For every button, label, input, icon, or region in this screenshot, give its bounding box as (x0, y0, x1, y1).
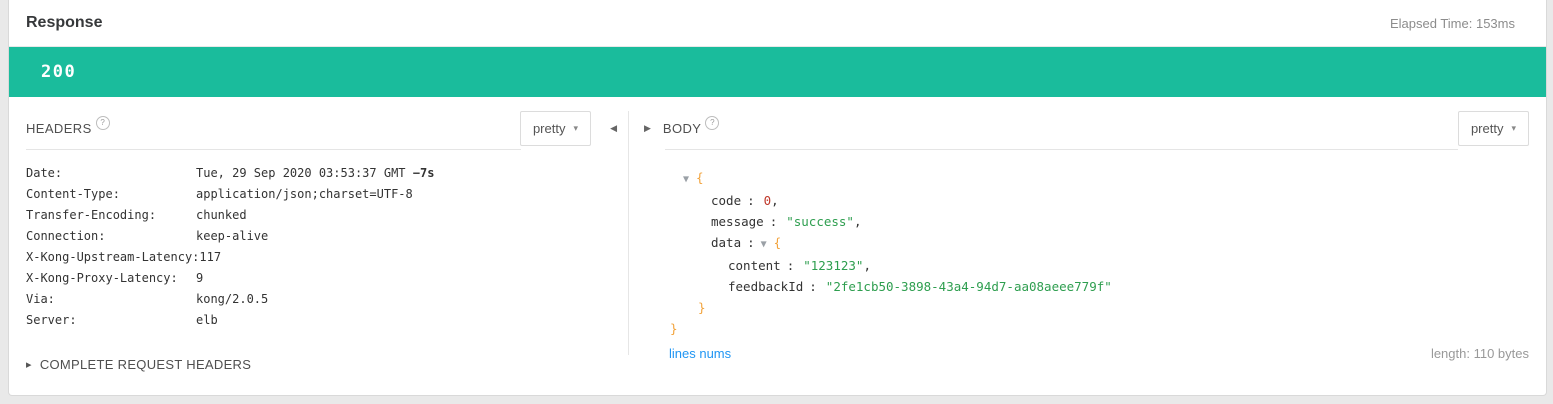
json-colon: : (787, 258, 795, 273)
json-line: } (644, 297, 1529, 318)
header-key: Date: (26, 163, 196, 184)
json-colon: : (747, 193, 755, 208)
json-string-value: "success" (786, 214, 854, 229)
help-glyph: ? (100, 118, 104, 127)
json-line: content: "123123", (644, 255, 1529, 276)
body-panel-head: ▶ BODY ? pretty ▾ (644, 111, 1529, 146)
json-line: feedbackId: "2fe1cb50-3898-43a4-94d7-aa08… (644, 276, 1529, 297)
json-close-brace: } (698, 300, 706, 315)
json-key: data (711, 235, 741, 250)
complete-request-headers-label: COMPLETE REQUEST HEADERS (40, 357, 251, 372)
body-head-rule (665, 149, 1458, 150)
json-line: code:0, (644, 190, 1529, 211)
json-string-value: "123123" (803, 258, 863, 273)
header-key: Via: (26, 289, 196, 310)
json-comma: , (854, 214, 862, 229)
caret-down-icon: ▾ (573, 123, 578, 134)
json-colon: : (770, 214, 778, 229)
header-key: Content-Type: (26, 184, 196, 205)
json-colon: : (809, 279, 817, 294)
header-row: X-Kong-Proxy-Latency: 9 (26, 268, 591, 289)
json-key: feedbackId (728, 279, 803, 294)
json-comma: , (863, 258, 871, 273)
header-value: kong/2.0.5 (196, 289, 268, 310)
header-key: Connection: (26, 226, 196, 247)
caret-down-icon: ▾ (1511, 123, 1516, 134)
body-length-label: length: 110 bytes (1431, 346, 1529, 361)
body-format-label: pretty (1471, 121, 1504, 136)
help-icon[interactable]: ? (705, 116, 719, 130)
response-header-bar: Response Elapsed Time: 153ms (9, 0, 1546, 47)
header-row: Date: Tue, 29 Sep 2020 03:53:37 GMT −7s (26, 163, 591, 184)
headers-format-dropdown[interactable]: pretty ▾ (520, 111, 591, 146)
header-row: Server: elb (26, 310, 591, 331)
json-colon: : (747, 235, 755, 250)
json-key: content (728, 258, 781, 273)
panel-collapse-left-icon[interactable]: ◀ (610, 123, 617, 134)
json-key: code (711, 193, 741, 208)
headers-title-wrap: HEADERS ? (26, 121, 110, 136)
header-value: Tue, 29 Sep 2020 03:53:37 GMT −7s (196, 163, 434, 184)
json-line: message: "success", (644, 211, 1529, 232)
response-card: Response Elapsed Time: 153ms 200 HEADERS… (8, 0, 1547, 396)
header-row: Via: kong/2.0.5 (26, 289, 591, 310)
headers-format-label: pretty (533, 121, 566, 136)
header-key: Transfer-Encoding: (26, 205, 196, 226)
page-title: Response (26, 14, 102, 32)
header-value-text: Tue, 29 Sep 2020 03:53:37 GMT (196, 166, 413, 180)
header-key: X-Kong-Proxy-Latency: (26, 268, 196, 289)
status-banner: 200 (9, 47, 1546, 97)
help-icon[interactable]: ? (96, 116, 110, 130)
response-panels: HEADERS ? pretty ▾ Date: Tue, 29 Sep 202… (9, 97, 1546, 395)
header-row: Content-Type: application/json;charset=U… (26, 184, 591, 205)
json-line: } (644, 318, 1529, 339)
elapsed-time: Elapsed Time: 153ms (1390, 16, 1515, 31)
collapse-icon[interactable]: ▼ (683, 174, 689, 185)
header-row: X-Kong-Upstream-Latency: 117 (26, 247, 591, 268)
body-panel-title: BODY (663, 121, 701, 136)
body-title-wrap: BODY ? (663, 121, 719, 136)
json-key: message (711, 214, 764, 229)
lines-nums-link[interactable]: lines nums (669, 346, 731, 361)
help-glyph: ? (710, 118, 714, 127)
header-key: Server: (26, 310, 196, 331)
body-footer: lines nums length: 110 bytes (644, 346, 1529, 361)
headers-panel: HEADERS ? pretty ▾ Date: Tue, 29 Sep 202… (9, 97, 628, 395)
json-comma: , (771, 193, 779, 208)
body-format-dropdown[interactable]: pretty ▾ (1458, 111, 1529, 146)
header-value: 9 (196, 268, 203, 289)
body-panel: ▶ BODY ? pretty ▾ ▼{ code:0, (628, 97, 1546, 395)
header-value: chunked (196, 205, 247, 226)
headers-panel-head: HEADERS ? pretty ▾ (26, 111, 591, 146)
json-open-brace: { (774, 235, 782, 250)
header-value-suffix: −7s (413, 166, 435, 180)
headers-panel-title: HEADERS (26, 121, 92, 136)
header-row: Transfer-Encoding: chunked (26, 205, 591, 226)
json-line: data: ▼ { (644, 232, 1529, 255)
headers-list: Date: Tue, 29 Sep 2020 03:53:37 GMT −7s … (26, 163, 591, 331)
json-close-brace: } (670, 321, 678, 336)
header-row: Connection: keep-alive (26, 226, 591, 247)
header-key: X-Kong-Upstream-Latency: (26, 247, 199, 268)
header-value: keep-alive (196, 226, 268, 247)
json-tree: ▼{ code:0, message:"success", data:▼{ co… (644, 167, 1529, 339)
json-open-brace: { (696, 170, 704, 185)
status-code: 200 (41, 62, 76, 82)
json-line: ▼{ (644, 167, 1529, 190)
headers-head-rule (26, 149, 521, 150)
panel-expand-right-icon[interactable]: ▶ (644, 123, 651, 134)
header-value: elb (196, 310, 218, 331)
expand-icon: ▸ (26, 358, 32, 371)
collapse-icon[interactable]: ▼ (761, 239, 767, 250)
header-value: application/json;charset=UTF-8 (196, 184, 413, 205)
json-string-value: "2fe1cb50-3898-43a4-94d7-aa08aeee779f" (826, 279, 1112, 294)
header-value: 117 (199, 247, 221, 268)
complete-request-headers-toggle[interactable]: ▸ COMPLETE REQUEST HEADERS (26, 357, 591, 372)
